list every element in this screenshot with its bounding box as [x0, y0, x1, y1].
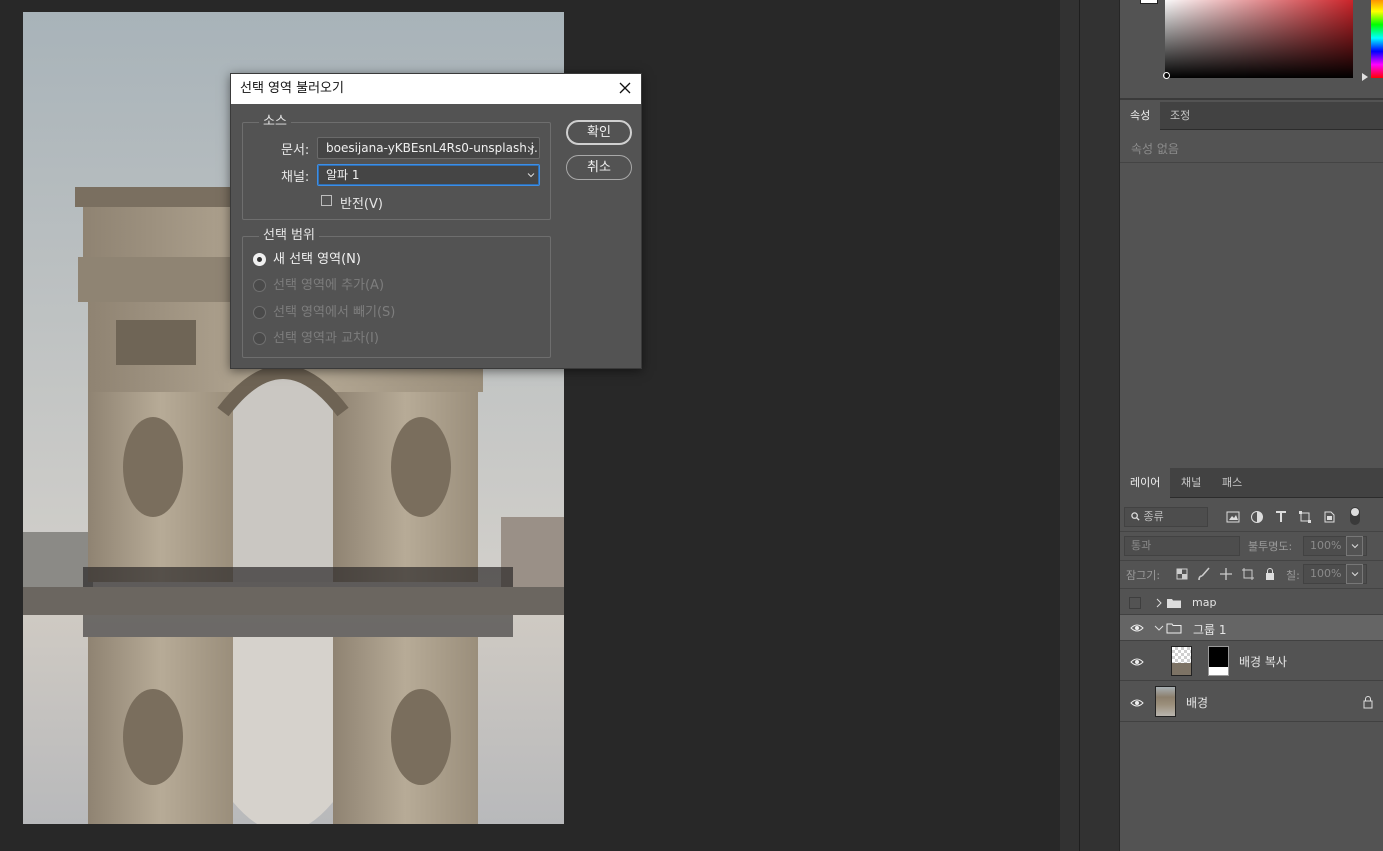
- opacity-value: 100%: [1310, 539, 1342, 552]
- layer-mask-thumbnail[interactable]: [1208, 646, 1229, 676]
- fill-label: 칠:: [1286, 569, 1300, 582]
- layer-name: 배경 복사: [1239, 655, 1287, 669]
- divider: [1120, 162, 1383, 163]
- filter-kind-label: 종류: [1143, 510, 1164, 523]
- blend-row: 통과 불투명도: 100%: [1120, 533, 1383, 561]
- layer-row-map[interactable]: map: [1120, 591, 1383, 615]
- foreground-swatch[interactable]: [1140, 0, 1158, 4]
- option-label: 선택 영역에서 빼기(S): [273, 305, 396, 320]
- layer-name: 그룹 1: [1193, 623, 1227, 637]
- opacity-label: 불투명도:: [1248, 540, 1293, 553]
- radio-dot: [253, 306, 266, 319]
- tab-paths[interactable]: 패스: [1212, 468, 1252, 498]
- lock-label: 잠그기:: [1126, 569, 1161, 582]
- filter-kind-select[interactable]: 종류: [1124, 507, 1208, 527]
- layer-name: map: [1192, 596, 1217, 609]
- lock-row: 잠그기: 칠: 100%: [1120, 561, 1383, 589]
- layers-tabbar: 레이어 채널 패스: [1120, 468, 1383, 498]
- open-folder-icon: [1166, 623, 1182, 634]
- chevron-down-icon: [527, 146, 535, 151]
- radio-dot: [253, 332, 266, 345]
- lock-transparent-icon[interactable]: [1175, 567, 1189, 581]
- dialog-titlebar: 선택 영역 불러오기: [231, 74, 641, 104]
- chevron-right-icon[interactable]: [1152, 596, 1166, 610]
- channel-label: 채널:: [281, 170, 310, 185]
- tab-channels[interactable]: 채널: [1171, 468, 1211, 498]
- option-label: 선택 영역에 추가(A): [273, 278, 385, 293]
- right-panel-dock: 속성 조정 속성 없음 레이어 채널 패스 종류 통과 불투명도: 100% 잠…: [1119, 0, 1383, 851]
- dialog-title: 선택 영역 불러오기: [240, 81, 344, 96]
- eye-icon[interactable]: [1130, 698, 1144, 708]
- load-selection-dialog: 선택 영역 불러오기 소스 문서: boesijana-yKBEsnL4Rs0-…: [230, 73, 642, 369]
- tab-adjustments[interactable]: 조정: [1160, 102, 1200, 130]
- channel-select[interactable]: 알파 1: [317, 164, 540, 186]
- radio-dot: [253, 253, 266, 266]
- layer-thumbnail: [1155, 686, 1176, 717]
- layer-row-background-copy[interactable]: 배경 복사: [1120, 641, 1383, 681]
- blend-mode-select[interactable]: 통과: [1124, 536, 1240, 556]
- option-label: 선택 영역과 교차(I): [273, 331, 379, 346]
- invert-checkbox[interactable]: [321, 195, 332, 206]
- hue-slider-arrow: [1362, 73, 1368, 81]
- color-field-marker: [1163, 72, 1170, 79]
- adjustment-filter-icon[interactable]: [1250, 510, 1264, 524]
- lock-icon: [1363, 696, 1373, 709]
- search-icon: [1131, 512, 1140, 521]
- layer-thumbnail: [1171, 646, 1192, 676]
- fill-value: 100%: [1310, 567, 1342, 580]
- layer-row-group1[interactable]: 그룹 1: [1120, 615, 1383, 641]
- channel-value: 알파 1: [326, 168, 360, 182]
- lock-brush-icon[interactable]: [1197, 567, 1211, 581]
- color-panel: [1120, 0, 1383, 100]
- visibility-toggle-empty[interactable]: [1129, 597, 1141, 609]
- layer-filter-row: 종류: [1120, 502, 1383, 532]
- source-group-label: 소스: [259, 114, 291, 130]
- image-filter-icon[interactable]: [1226, 510, 1240, 524]
- folder-icon: [1167, 599, 1181, 608]
- tab-properties[interactable]: 속성: [1120, 102, 1161, 130]
- ok-button[interactable]: 확인: [566, 120, 632, 145]
- properties-body: 속성 없음: [1120, 131, 1383, 466]
- photoshop-workspace: 선택 영역 불러오기 소스 문서: boesijana-yKBEsnL4Rs0-…: [0, 0, 1383, 851]
- properties-tabbar: 속성 조정: [1120, 102, 1383, 130]
- fill-dropdown[interactable]: [1346, 564, 1363, 584]
- document-label: 문서:: [281, 143, 310, 158]
- smart-object-filter-icon[interactable]: [1322, 510, 1336, 524]
- document-value: boesijana-yKBEsnL4Rs0-unsplash.j...: [326, 141, 540, 155]
- eye-icon[interactable]: [1130, 623, 1144, 633]
- eye-icon[interactable]: [1130, 657, 1144, 667]
- type-filter-icon[interactable]: [1274, 510, 1288, 524]
- layer-name: 배경: [1186, 696, 1209, 710]
- panel-gutter: [1060, 0, 1120, 851]
- cancel-button[interactable]: 취소: [566, 155, 632, 180]
- chevron-down-icon: [1351, 572, 1359, 577]
- filter-toggle[interactable]: [1350, 507, 1360, 525]
- chevron-down-icon: [527, 173, 535, 178]
- chevron-down-icon[interactable]: [1152, 621, 1166, 635]
- color-field[interactable]: [1165, 0, 1353, 78]
- properties-empty-text: 속성 없음: [1131, 142, 1179, 156]
- operation-group-label: 선택 범위: [259, 228, 319, 244]
- option-label: 새 선택 영역(N): [273, 252, 361, 267]
- shape-filter-icon[interactable]: [1298, 510, 1312, 524]
- document-select[interactable]: boesijana-yKBEsnL4Rs0-unsplash.j...: [317, 137, 540, 159]
- blend-mode-value: 통과: [1131, 539, 1152, 552]
- operation-group: 선택 범위 새 선택 영역(N) 선택 영역에 추가(A) 선택 영역에서 빼기…: [242, 228, 551, 358]
- lock-artboard-icon[interactable]: [1241, 567, 1255, 581]
- tab-layers[interactable]: 레이어: [1120, 468, 1171, 498]
- invert-label: 반전(V): [340, 197, 383, 212]
- hue-slider[interactable]: [1371, 0, 1383, 78]
- layer-row-background[interactable]: 배경: [1120, 681, 1383, 722]
- opacity-dropdown[interactable]: [1346, 536, 1363, 556]
- close-icon[interactable]: [617, 80, 633, 96]
- radio-dot: [253, 279, 266, 292]
- lock-all-icon[interactable]: [1263, 567, 1277, 581]
- source-group: 소스 문서: boesijana-yKBEsnL4Rs0-unsplash.j.…: [242, 114, 551, 220]
- chevron-down-icon: [1351, 544, 1359, 549]
- lock-move-icon[interactable]: [1219, 567, 1233, 581]
